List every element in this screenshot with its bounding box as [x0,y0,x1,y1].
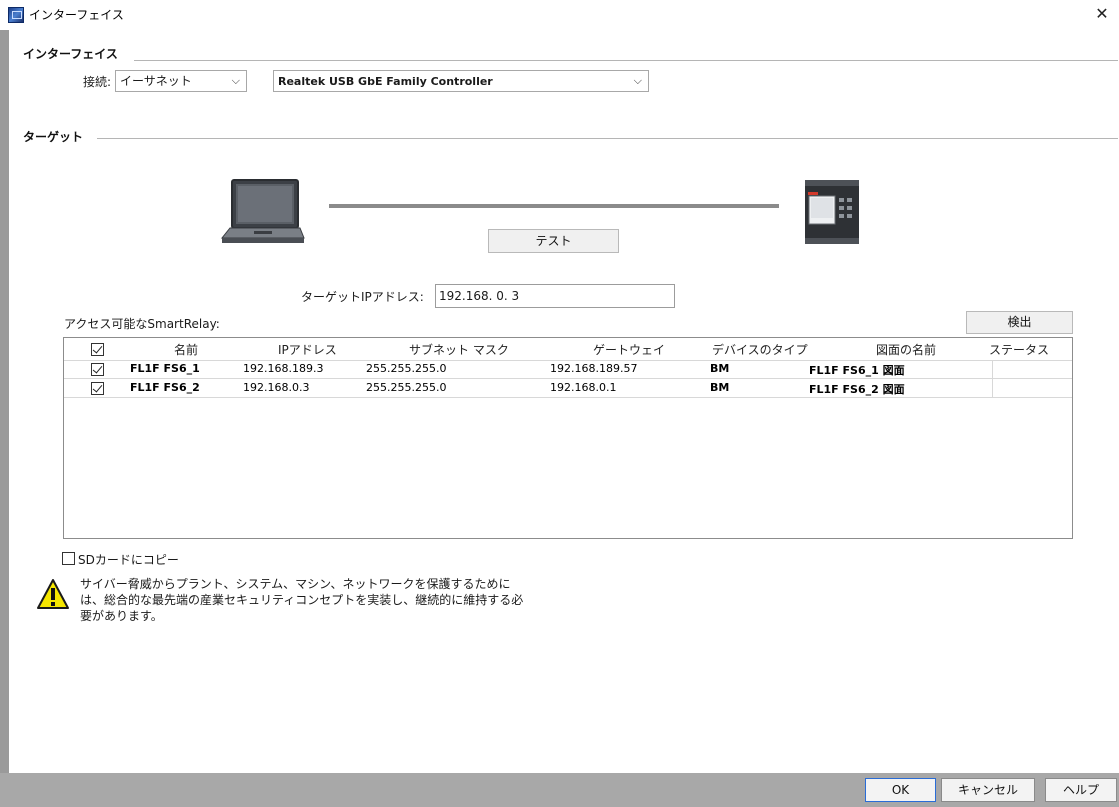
select-all-checkbox[interactable] [91,343,104,356]
connection-line [329,204,779,208]
row-checkbox[interactable] [91,363,104,376]
target-divider [97,138,1118,139]
warning-line-1: サイバー脅威からプラント、システム、マシン、ネットワークを保護するために [80,577,511,591]
header-subnet[interactable]: サブネット マスク [409,341,509,358]
cell-mask: 255.255.255.0 [366,381,447,394]
row-checkbox[interactable] [91,382,104,395]
window-left-edge [0,30,9,773]
cell-ip: 192.168.0.3 [243,381,310,394]
header-drawing-name[interactable]: 図面の名前 [876,341,936,358]
header-name[interactable]: 名前 [174,341,198,358]
warning-line-2: は、総合的な最先端の産業セキュリティコンセプトを実装し、継続的に維持する必 [80,593,524,607]
cell-gateway: 192.168.189.57 [550,362,638,375]
footer-bar: OK キャンセル ヘルプ [0,773,1119,807]
sd-copy-label[interactable]: SDカードにコピー [78,551,179,568]
header-device-type[interactable]: デバイスのタイプ [712,341,808,358]
cell-gateway: 192.168.0.1 [550,381,617,394]
connection-value: イーサネット [120,74,192,88]
cell-drawing: FL1F FS6_2 図面 [809,383,905,396]
table-header: 名前 IPアドレス サブネット マスク ゲートウェイ デバイスのタイプ 図面の名… [64,338,1072,360]
row-divider [64,397,1072,398]
close-button[interactable]: ✕ [1091,4,1113,24]
target-ip-input[interactable]: 192.168. 0. 3 [435,284,675,308]
ok-button[interactable]: OK [865,778,936,802]
title-bar: インターフェイス ✕ [0,0,1119,30]
cell-ip: 192.168.189.3 [243,362,324,375]
app-icon [8,7,24,23]
cell-drawing: FL1F FS6_1 図面 [809,364,905,377]
connection-label: 接続: [83,75,112,89]
header-status[interactable]: ステータス [989,341,1049,358]
warning-line-3: 要があります。 [80,609,163,623]
cell-mask: 255.255.255.0 [366,362,447,375]
target-heading: ターゲット [23,130,84,144]
detect-button[interactable]: 検出 [966,311,1073,334]
accessible-relays-label: アクセス可能なSmartRelay: [64,317,220,331]
device-table: 名前 IPアドレス サブネット マスク ゲートウェイ デバイスのタイプ 図面の名… [63,337,1073,539]
table-row[interactable]: FL1F FS6_1 192.168.189.3 255.255.255.0 1… [64,360,1072,378]
warning-icon [36,578,70,610]
cell-type: BM [710,362,730,375]
plc-device-icon [805,180,859,244]
header-gateway[interactable]: ゲートウェイ [593,341,665,358]
cell-type: BM [710,381,730,394]
warning-text: サイバー脅威からプラント、システム、マシン、ネットワークを保護するために は、総… [80,576,523,624]
chevron-down-icon: ⌵ [231,74,240,87]
sd-copy-checkbox[interactable] [62,552,75,565]
window-title: インターフェイス [29,8,124,22]
status-column-divider [992,360,993,398]
chevron-down-icon: ⌵ [633,74,642,87]
help-button[interactable]: ヘルプ [1045,778,1117,802]
cell-name: FL1F FS6_2 [130,381,200,394]
adapter-dropdown[interactable]: Realtek USB GbE Family Controller ⌵ [273,70,649,92]
test-button[interactable]: テスト [488,229,619,253]
table-row[interactable]: FL1F FS6_2 192.168.0.3 255.255.255.0 192… [64,379,1072,397]
interface-divider [134,60,1118,61]
cancel-button[interactable]: キャンセル [941,778,1035,802]
cell-name: FL1F FS6_1 [130,362,200,375]
laptop-icon [220,178,306,246]
target-ip-label: ターゲットIPアドレス: [301,290,424,304]
header-ip[interactable]: IPアドレス [278,341,337,358]
interface-heading: インターフェイス [23,47,118,61]
adapter-value: Realtek USB GbE Family Controller [278,75,493,88]
connection-dropdown[interactable]: イーサネット ⌵ [115,70,247,92]
